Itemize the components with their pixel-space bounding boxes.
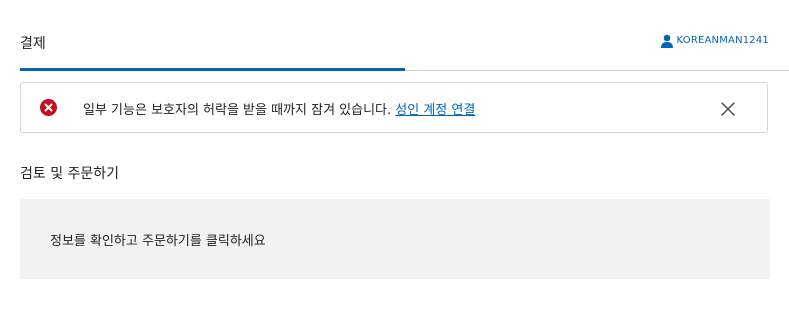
review-section-title: 검토 및 주문하기 — [20, 166, 120, 182]
progress-bar — [20, 68, 405, 71]
review-info-text: 정보를 확인하고 주문하기를 클릭하세요 — [50, 234, 266, 249]
close-icon[interactable] — [721, 101, 735, 116]
user-icon — [660, 33, 673, 48]
parental-consent-alert: 일부 기능은 보호자의 허락을 받을 때까지 잠겨 있습니다. 성인 계정 연결 — [20, 82, 768, 133]
page-title: 결제 — [20, 36, 46, 52]
link-adult-account[interactable]: 성인 계정 연결 — [395, 103, 475, 118]
account-name: KOREANMAN1241 — [676, 34, 769, 46]
checkout-page: 결제 KOREANMAN1241 일부 기능은 보호자의 허락을 받을 때까지 … — [0, 0, 789, 330]
review-info-box: 정보를 확인하고 주문하기를 클릭하세요 — [20, 199, 770, 279]
alert-message-line: 일부 기능은 보호자의 허락을 받을 때까지 잠겨 있습니다. 성인 계정 연결 — [83, 99, 475, 118]
error-circle-icon — [40, 99, 57, 116]
checkout-header: 결제 KOREANMAN1241 — [20, 0, 789, 72]
alert-message: 일부 기능은 보호자의 허락을 받을 때까지 잠겨 있습니다. — [83, 103, 392, 118]
account-button[interactable]: KOREANMAN1241 — [660, 33, 769, 48]
